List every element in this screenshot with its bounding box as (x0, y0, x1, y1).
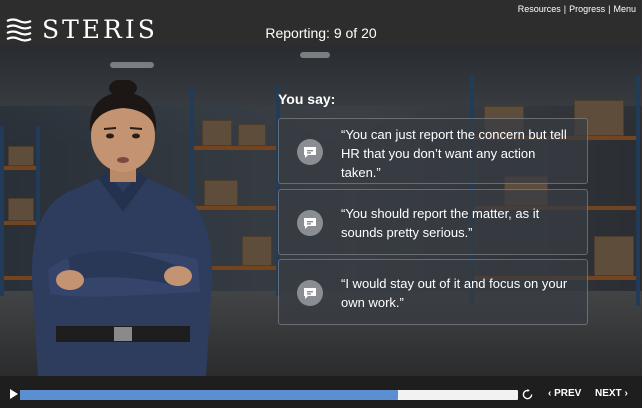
prev-button[interactable]: ‹ PREV (548, 388, 581, 399)
response-option-2[interactable]: “You should report the matter, as it sou… (278, 189, 588, 255)
player-controls: ‹ PREV NEXT › (0, 376, 642, 408)
resources-link[interactable]: Resources (518, 4, 561, 14)
response-option-3[interactable]: “I would stay out of it and focus on you… (278, 259, 588, 325)
chat-bubble-icon (297, 210, 323, 236)
prompt-label: You say: (278, 91, 336, 107)
next-button[interactable]: NEXT › (595, 388, 628, 399)
replay-icon[interactable] (522, 389, 533, 400)
progress-link[interactable]: Progress (569, 4, 605, 14)
response-option-text: “I would stay out of it and focus on you… (341, 276, 568, 310)
link-separator: | (608, 4, 611, 14)
character-image (31, 80, 213, 376)
progress-bar[interactable] (20, 390, 518, 400)
top-links: Resources | Progress | Menu (518, 4, 636, 14)
response-option-text: “You should report the matter, as it sou… (341, 206, 540, 240)
chevron-right-icon: › (624, 388, 628, 399)
progress-bar-fill (20, 390, 399, 400)
response-option-1[interactable]: “You can just report the concern but tel… (278, 118, 588, 184)
scene-stage: You say: “You can just report the concer… (0, 46, 642, 376)
menu-link[interactable]: Menu (613, 4, 636, 14)
page-title: Reporting: 9 of 20 (265, 25, 377, 41)
link-separator: | (563, 4, 567, 14)
next-button-label: NEXT (595, 388, 622, 399)
chat-bubble-icon (297, 139, 323, 165)
prev-button-label: PREV (554, 388, 582, 399)
chevron-left-icon: ‹ (548, 388, 552, 399)
play-icon[interactable] (10, 389, 18, 399)
header-bar: STERIS Reporting: 9 of 20 Resources | Pr… (0, 0, 642, 46)
response-option-text: “You can just report the concern but tel… (341, 127, 567, 180)
chat-bubble-icon (297, 280, 323, 306)
